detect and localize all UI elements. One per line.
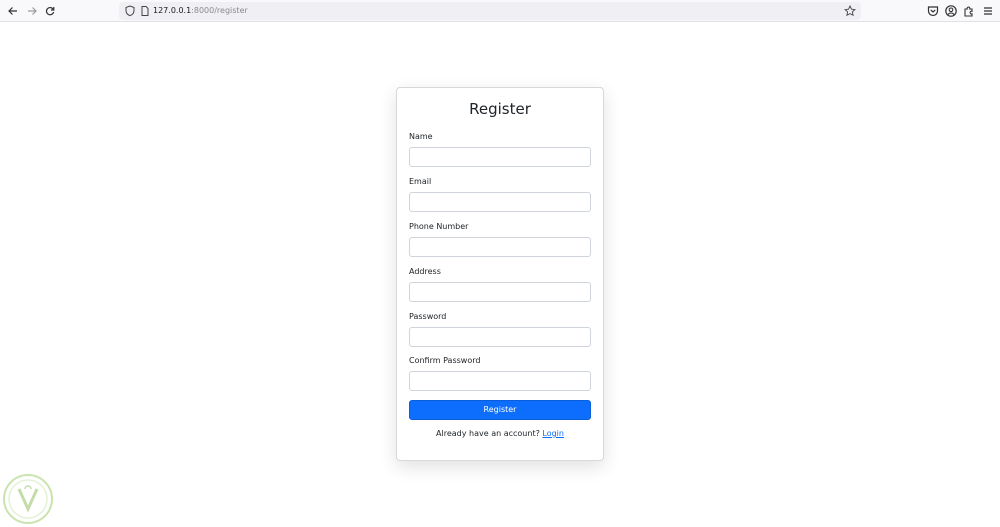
email-label: Email — [409, 177, 432, 186]
confirm-password-label: Confirm Password — [409, 356, 481, 365]
password-input[interactable] — [409, 327, 591, 347]
back-button[interactable] — [5, 3, 21, 19]
password-label: Password — [409, 312, 447, 321]
url-path: :8000/register — [191, 6, 248, 15]
hamburger-menu-icon[interactable] — [981, 4, 995, 18]
register-button[interactable]: Register — [409, 400, 591, 420]
watermark-logo — [3, 474, 53, 524]
forward-button[interactable] — [24, 3, 40, 19]
page-title: Register — [469, 100, 531, 118]
address-input[interactable] — [409, 282, 591, 302]
address-label: Address — [409, 267, 441, 276]
shield-icon[interactable] — [124, 5, 136, 17]
confirm-password-input[interactable] — [409, 371, 591, 391]
url-text[interactable]: 127.0.0.1:8000/register — [153, 5, 248, 17]
name-input[interactable] — [409, 147, 591, 167]
phone-number-label: Phone Number — [409, 222, 469, 231]
extensions-icon[interactable] — [962, 4, 976, 18]
url-bar[interactable]: 127.0.0.1:8000/register — [119, 2, 861, 20]
email-input[interactable] — [409, 192, 591, 212]
reload-icon — [45, 7, 55, 16]
name-label: Name — [409, 132, 433, 141]
browser-toolbar: 127.0.0.1:8000/register — [0, 0, 1000, 22]
bookmark-star-icon[interactable] — [844, 5, 856, 17]
login-link[interactable]: Login — [542, 429, 564, 438]
register-card: Register Name Email Phone Number Address… — [396, 87, 604, 461]
account-icon[interactable] — [944, 4, 958, 18]
arrow-left-icon — [8, 7, 17, 15]
login-prompt-text: Already have an account? — [436, 429, 540, 438]
arrow-right-icon — [28, 7, 37, 15]
login-prompt-line: Already have an account? Login — [397, 429, 603, 438]
phone-number-input[interactable] — [409, 237, 591, 257]
url-host: 127.0.0.1 — [153, 6, 192, 15]
page-icon[interactable] — [139, 5, 151, 17]
reload-button[interactable] — [42, 3, 58, 19]
pocket-icon[interactable] — [926, 4, 940, 18]
